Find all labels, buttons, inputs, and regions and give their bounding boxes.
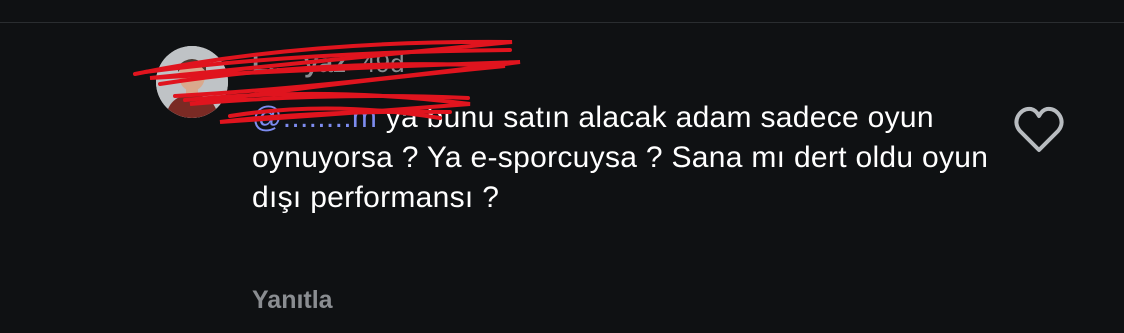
mention-link[interactable]: @........m	[252, 101, 377, 134]
divider	[0, 22, 1124, 23]
comment-username-row: L.....yaz 49d	[252, 48, 405, 79]
timestamp: 49d	[361, 48, 405, 78]
comment-thread: L.....yaz 49d @........m ya bunu satın a…	[0, 0, 1124, 333]
username[interactable]: L.....yaz	[252, 48, 346, 78]
avatar[interactable]	[156, 46, 228, 118]
like-button[interactable]	[1012, 104, 1066, 154]
reply-button[interactable]: Yanıtla	[252, 286, 333, 315]
comment-text: @........m ya bunu satın alacak adam sad…	[252, 98, 992, 218]
heart-outline-icon	[1014, 106, 1064, 152]
